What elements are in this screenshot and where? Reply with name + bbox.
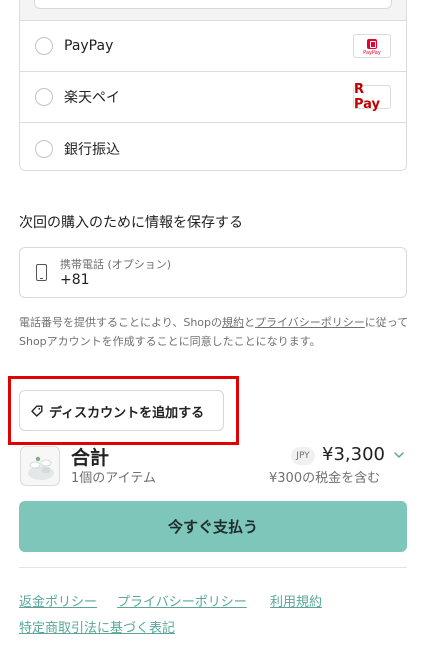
consent-text-part: と bbox=[244, 316, 256, 329]
consent-text: 電話番号を提供することにより、Shopの規約とプライバシーポリシーに従ってSho… bbox=[19, 313, 411, 351]
payment-options-list: PayPay PayPay 楽天ペイ R Pay 銀行振込 bbox=[19, 0, 407, 171]
refund-policy-link[interactable]: 返金ポリシー bbox=[19, 591, 97, 610]
previous-payment-option[interactable] bbox=[20, 0, 406, 21]
phone-field[interactable]: 携帯電話 (オプション) +81 bbox=[19, 247, 407, 298]
tag-icon bbox=[31, 405, 43, 417]
add-discount-label: ディスカウントを追加する bbox=[49, 406, 205, 421]
pay-now-button[interactable]: 今すぐ支払う bbox=[19, 501, 407, 552]
item-count: 1個のアイテム bbox=[71, 471, 156, 486]
payment-option-label: PayPay bbox=[64, 38, 114, 54]
add-discount-button[interactable]: ディスカウントを追加する bbox=[19, 390, 224, 431]
rakuten-pay-logo: R Pay bbox=[353, 82, 391, 112]
paypay-logo: PayPay bbox=[353, 34, 391, 58]
total-title: 合計 bbox=[71, 447, 110, 469]
save-info-heading: 次回の購入のために情報を保存する bbox=[19, 215, 243, 231]
total-price: ¥3,300 bbox=[322, 444, 385, 465]
bank-transfer-radio[interactable] bbox=[35, 139, 53, 158]
commercial-transactions-link[interactable]: 特定商取引法に基づく表記 bbox=[19, 617, 175, 636]
payment-option-label: 楽天ペイ bbox=[64, 90, 120, 106]
phone-field-value[interactable]: +81 bbox=[60, 272, 90, 288]
payment-option-label: 銀行振込 bbox=[64, 141, 120, 158]
payment-option-rakuten-pay[interactable]: 楽天ペイ R Pay bbox=[20, 72, 406, 123]
product-thumbnail bbox=[20, 446, 60, 486]
terms-link[interactable]: 規約 bbox=[222, 316, 244, 329]
consent-text-part: 電話番号を提供することにより、Shopの bbox=[19, 316, 223, 329]
tax-note: ¥300の税金を含む bbox=[269, 471, 381, 486]
payment-option-bank-transfer[interactable]: 銀行振込 bbox=[20, 123, 406, 170]
privacy-policy-link[interactable]: プライバシーポリシー bbox=[117, 591, 247, 610]
product-image bbox=[28, 456, 54, 480]
paypay-radio[interactable] bbox=[35, 37, 53, 55]
paypay-mark-icon bbox=[367, 39, 377, 49]
previous-option-field bbox=[34, 0, 392, 9]
payment-option-paypay[interactable]: PayPay PayPay bbox=[20, 21, 406, 72]
currency-badge: JPY bbox=[291, 447, 315, 465]
privacy-link[interactable]: プライバシーポリシー bbox=[255, 316, 365, 329]
phone-field-label: 携帯電話 (オプション) bbox=[60, 258, 172, 271]
footer-divider bbox=[19, 567, 407, 568]
paypay-logo-text: PayPay bbox=[363, 50, 381, 56]
chevron-down-icon[interactable] bbox=[393, 449, 405, 461]
mobile-phone-icon bbox=[36, 264, 47, 281]
terms-of-service-link[interactable]: 利用規約 bbox=[270, 591, 322, 610]
rakuten-pay-radio[interactable] bbox=[35, 88, 53, 106]
